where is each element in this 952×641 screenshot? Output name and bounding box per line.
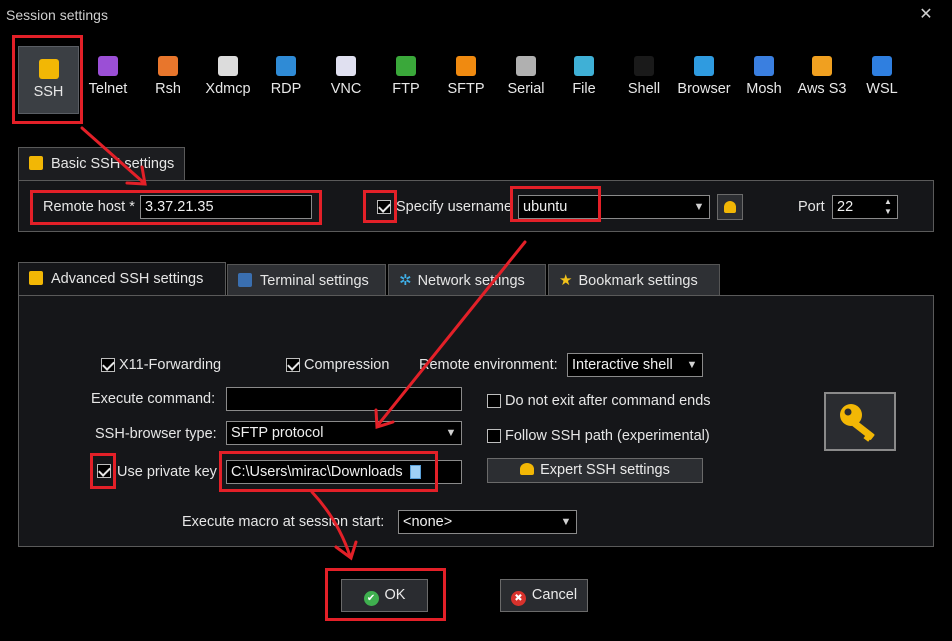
arrow-username-to-keypath [376, 240, 527, 427]
arrow-ssh-to-host [80, 126, 145, 184]
arrow-keypath-to-ok [310, 490, 352, 558]
annotation-arrows [80, 126, 527, 561]
